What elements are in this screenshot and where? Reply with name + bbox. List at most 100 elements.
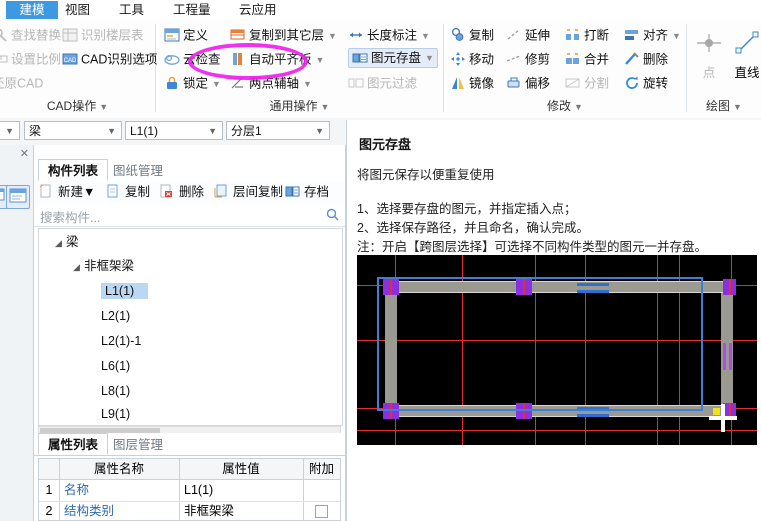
tree-node-non-frame-beam[interactable]: ◢ 非框架梁: [73, 255, 134, 277]
ribbon-label: 修剪: [525, 52, 551, 67]
cad-preview[interactable]: [357, 255, 757, 445]
ribbon-item-element-save[interactable]: 图元存盘 ▼: [348, 48, 438, 68]
ribbon-item-set-scale[interactable]: 设置比例: [0, 48, 61, 70]
row-divider: [39, 501, 340, 502]
menu-tab-cloud[interactable]: 云应用: [232, 1, 284, 19]
scale-icon: [0, 51, 8, 67]
ribbon-item-point[interactable]: 点: [689, 28, 729, 81]
chevron-down-icon: ▼: [425, 53, 434, 64]
row-property-value[interactable]: L1(1): [179, 480, 303, 501]
menu-bar: 建模 视图 工具 工程量 云应用: [0, 0, 761, 21]
tab-drawing-manager[interactable]: 图纸管理: [103, 159, 173, 181]
find-replace-icon: [0, 27, 8, 43]
chevron-down-icon: ▼: [421, 30, 430, 41]
search-component-input[interactable]: 搜索构件...: [34, 204, 345, 227]
ribbon-item-delete[interactable]: 删除: [624, 48, 668, 70]
tab-layer-manager[interactable]: 图层管理: [103, 433, 173, 455]
selector-combo-member-type[interactable]: 梁 ▼: [24, 121, 122, 140]
ribbon-item-lock[interactable]: 锁定 ▼: [164, 72, 221, 94]
selector-combo-category[interactable]: ▼: [0, 121, 20, 140]
tree-node-liang[interactable]: ◢ 梁: [55, 231, 79, 253]
expand-arrow-icon[interactable]: ◢: [73, 256, 84, 278]
close-icon[interactable]: ✕: [20, 147, 29, 160]
tab-component-list[interactable]: 构件列表: [38, 159, 109, 181]
ribbon-item-move[interactable]: 移动: [450, 48, 494, 70]
toolbar-archive-button[interactable]: 存档: [285, 183, 329, 202]
ribbon-group-name: CAD操作: [46, 99, 97, 113]
toolbar-label: 存档: [304, 185, 330, 199]
component-panel-toolbar: 新建▼ 复制 删除 层间复制 存档: [34, 181, 345, 205]
help-title: 图元存盘: [359, 137, 412, 152]
tree-item-L6-1[interactable]: L6(1): [101, 355, 130, 377]
ribbon-group-label-modify[interactable]: 修改 ▼: [444, 97, 686, 114]
ribbon-group-label-cad-ops[interactable]: CAD操作 ▼: [0, 97, 155, 114]
row-attached-checkbox[interactable]: [315, 505, 328, 518]
ribbon-item-copy-to-other-floor[interactable]: 复制到其它层 ▼: [230, 24, 337, 46]
ribbon-item-rotate[interactable]: 旋转: [624, 72, 668, 94]
toolbar-label: 复制: [125, 185, 151, 199]
tree-item-L1-1[interactable]: L1(1): [101, 280, 149, 302]
tree-item-L2-1-1[interactable]: L2(1)-1: [101, 330, 141, 352]
ribbon-item-cloud-check[interactable]: 云检查: [164, 48, 221, 70]
ribbon-item-copy[interactable]: 复制: [450, 24, 494, 46]
chevron-down-icon: ▼: [733, 102, 742, 112]
menu-tab-quantity[interactable]: 工程量: [166, 1, 218, 19]
mirror-icon: [450, 75, 466, 91]
ribbon-item-mirror[interactable]: 镜像: [450, 72, 494, 94]
tree-item-L2-1[interactable]: L2(1): [101, 305, 130, 327]
ribbon-item-two-point-axis[interactable]: 两点辅轴 ▼: [230, 72, 312, 94]
ribbon-item-offset[interactable]: 偏移: [506, 72, 550, 94]
element-filter-icon: [348, 75, 364, 91]
ribbon-item-element-filter[interactable]: 图元过滤: [348, 72, 417, 94]
property-table: 属性名称 属性值 附加 1 名称 L1(1) 2 结构类别 非框架梁: [38, 458, 341, 521]
ribbon-item-find-replace[interactable]: 查找替换: [0, 24, 61, 46]
ribbon-item-extend[interactable]: 延伸: [506, 24, 550, 46]
toolbar-label: 层间复制: [233, 185, 284, 199]
svg-text:CAD: CAD: [64, 58, 77, 64]
toolbar-delete-button[interactable]: 删除: [160, 183, 204, 202]
toolbar-layer-copy-button[interactable]: 层间复制: [214, 183, 283, 202]
tree-item-L9-1[interactable]: L9(1): [101, 403, 130, 425]
selector-combo-layer[interactable]: 分层1 ▼: [226, 121, 330, 140]
ribbon-label: 镜像: [469, 76, 495, 91]
ribbon-item-merge[interactable]: 合并: [565, 48, 609, 70]
trim-icon: [506, 51, 522, 67]
tree-item-L8-1[interactable]: L8(1): [101, 380, 130, 402]
component-tree[interactable]: ◢ 梁 ◢ 非框架梁 L1(1) L2(1) L2(1)-1 L6(1) L8(1)…: [38, 228, 343, 426]
menu-tab-view[interactable]: 视图: [58, 1, 97, 19]
ribbon-item-length-dimension[interactable]: 长度标注 ▼: [348, 24, 430, 46]
row-property-value[interactable]: 非框架梁: [179, 501, 303, 521]
ribbon-item-line[interactable]: 直线: [727, 28, 761, 81]
ribbon-item-trim[interactable]: 修剪: [506, 48, 550, 70]
search-placeholder: 搜索构件...: [40, 211, 101, 225]
ribbon-group-label-common-ops[interactable]: 通用操作 ▼: [156, 97, 443, 114]
selector-combo-member-name[interactable]: L1(1) ▼: [125, 121, 223, 140]
ribbon-label: 设置比例: [11, 52, 62, 67]
ribbon-item-cad-recognize-options[interactable]: CAD CAD识别选项: [62, 48, 157, 70]
rail-button-2[interactable]: [6, 185, 30, 209]
table-row[interactable]: 2 结构类别 非框架梁: [39, 501, 340, 521]
ribbon-item-split[interactable]: 分割: [565, 72, 609, 94]
ribbon-item-define[interactable]: 定义: [164, 24, 208, 46]
toolbar-copy-button[interactable]: 复制: [106, 183, 150, 202]
toolbar-new-button[interactable]: 新建▼: [39, 183, 95, 202]
ribbon-label: 自动平齐板: [249, 52, 312, 67]
ribbon-group-label-draw[interactable]: 绘图 ▼: [687, 97, 761, 114]
ribbon-item-recognize-floor-table[interactable]: 识别楼层表: [62, 24, 144, 46]
menu-tab-modeling[interactable]: 建模: [6, 1, 58, 19]
tab-property-list[interactable]: 属性列表: [38, 433, 109, 455]
ribbon-label: 偏移: [525, 76, 551, 91]
ribbon-item-align[interactable]: 对齐 ▼: [624, 24, 681, 46]
menu-tab-tools[interactable]: 工具: [112, 1, 151, 19]
property-table-header: 属性名称 属性值 附加: [39, 459, 340, 480]
ribbon-label: 分割: [584, 76, 610, 91]
table-row[interactable]: 1 名称 L1(1): [39, 480, 340, 501]
search-icon[interactable]: [326, 208, 339, 224]
ribbon-item-auto-align-slab[interactable]: 自动平齐板 ▼: [230, 48, 324, 70]
offset-icon: [506, 75, 522, 91]
chevron-down-icon: ▼: [212, 78, 221, 89]
ribbon-item-restore-cad[interactable]: 还原CAD: [0, 72, 43, 94]
ribbon-item-break[interactable]: 打断: [565, 24, 609, 46]
chevron-down-icon: ▼: [5, 126, 14, 136]
expand-arrow-icon[interactable]: ◢: [55, 232, 66, 254]
